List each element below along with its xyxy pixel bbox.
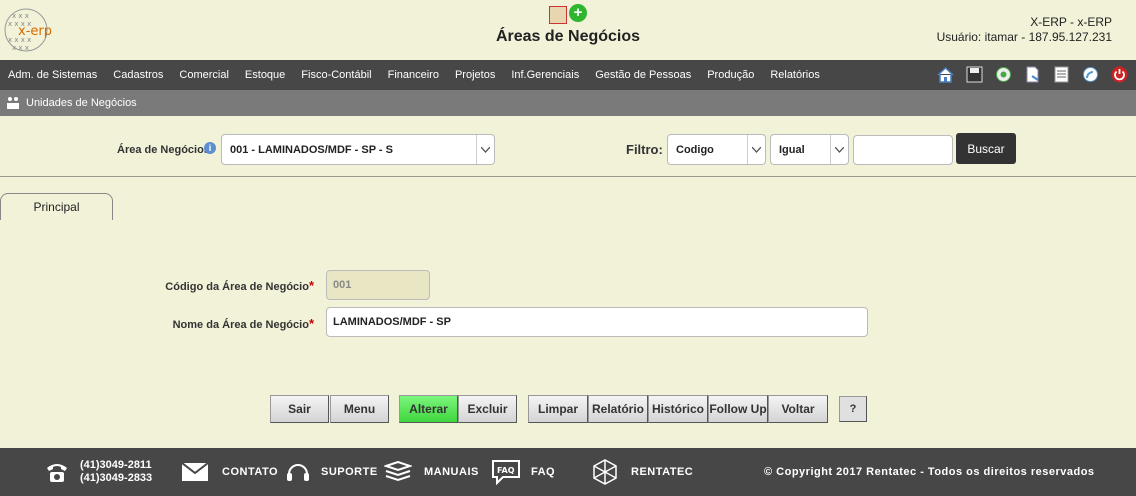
relatorio-button[interactable]: Relatório: [588, 395, 648, 423]
nome-field[interactable]: LAMINADOS/MDF - SP: [326, 307, 868, 337]
user-name: Usuário: itamar - 187.95.127.231: [936, 30, 1112, 44]
save-icon[interactable]: [964, 64, 985, 85]
sair-button[interactable]: Sair: [270, 395, 329, 423]
phone-2: (41)3049-2833: [80, 472, 153, 484]
menu-relatorios[interactable]: Relatórios: [762, 69, 828, 81]
filter-operator-select[interactable]: Igual: [770, 134, 849, 165]
system-name: X-ERP - x-ERP: [1030, 15, 1112, 29]
menu-button[interactable]: Menu: [330, 395, 389, 423]
nome-label: Nome da Área de Negócio*: [172, 316, 314, 331]
power-icon[interactable]: [1109, 64, 1130, 85]
required-mark: *: [308, 278, 314, 293]
action-bar-tools: Limpar Relatório Histórico Follow Up Vol…: [528, 395, 828, 424]
footer-faq[interactable]: FAQ FAQ: [491, 448, 555, 496]
help-button[interactable]: ?: [839, 396, 867, 422]
envelope-icon: [182, 463, 208, 481]
menu-financeiro[interactable]: Financeiro: [380, 69, 447, 81]
footer-manuais[interactable]: MANUAIS: [384, 448, 479, 496]
codigo-field: 001: [326, 270, 430, 300]
action-bar: Sair Menu: [270, 395, 389, 424]
svg-text:x-erp: x-erp: [18, 24, 52, 39]
menu-cadastros[interactable]: Cadastros: [105, 69, 171, 81]
breadcrumb-label: Unidades de Negócios: [26, 97, 137, 109]
faq-icon: FAQ: [492, 460, 520, 485]
people-icon: [7, 97, 19, 109]
chevron-down-icon: [830, 135, 848, 164]
filtro-label: Filtro:: [626, 142, 663, 157]
voltar-button[interactable]: Voltar: [768, 395, 828, 423]
filter-field-select[interactable]: Codigo: [667, 134, 766, 165]
menu-adm-sistemas[interactable]: Adm. de Sistemas: [0, 69, 105, 81]
required-mark: *: [308, 316, 314, 331]
footer-copyright: © Copyright 2017 Rentatec - Todos os dir…: [764, 466, 1095, 478]
footer-rentatec[interactable]: RENTATEC: [591, 448, 693, 496]
followup-button[interactable]: Follow Up: [708, 395, 768, 423]
codigo-label: Código da Área de Negócio*: [165, 278, 314, 293]
tool-icon[interactable]: [993, 64, 1014, 85]
phone-icon: [47, 464, 67, 482]
footer-suporte[interactable]: SUPORTE: [285, 448, 378, 496]
footer-contato[interactable]: CONTATO: [182, 448, 278, 496]
rentatec-logo-icon: [593, 459, 617, 485]
menu-gestao-pessoas[interactable]: Gestão de Pessoas: [587, 69, 699, 81]
user-info: X-ERP - x-ERP Usuário: itamar - 187.95.1…: [937, 15, 1112, 45]
historico-button[interactable]: Histórico: [648, 395, 708, 423]
breadcrumb: Unidades de Negócios: [0, 90, 1136, 116]
document-icon[interactable]: [1022, 64, 1043, 85]
filter-search-input[interactable]: [853, 135, 953, 165]
header: x x xx x x x x x x xx x x x-erp + Áreas …: [0, 0, 1136, 60]
page-title: Áreas de Negócios: [495, 28, 641, 45]
books-icon: [384, 461, 412, 482]
footer-phone: (41)3049-2811 (41)3049-2833: [44, 448, 152, 496]
phone-1: (41)3049-2811: [80, 459, 152, 471]
svg-text:x x x: x x x: [12, 44, 29, 52]
list-icon[interactable]: [1051, 64, 1072, 85]
chevron-down-icon: [476, 135, 494, 164]
footer: (41)3049-2811 (41)3049-2833 CONTATO SUPO…: [0, 448, 1136, 496]
alterar-button[interactable]: Alterar: [399, 395, 458, 423]
tab-principal[interactable]: Principal: [0, 193, 113, 220]
x-erp-logo: x x xx x x x x x x xx x x x-erp: [4, 8, 52, 52]
chevron-down-icon: [747, 135, 765, 164]
home-icon[interactable]: [935, 64, 956, 85]
svg-text:x x x: x x x: [12, 12, 29, 20]
area-label: Área de Negócios: [117, 144, 210, 156]
area-select[interactable]: 001 - LAMINADOS/MDF - SP - S: [221, 134, 495, 165]
search-button[interactable]: Buscar: [956, 133, 1016, 164]
svg-text:FAQ: FAQ: [497, 466, 515, 475]
excluir-button[interactable]: Excluir: [458, 395, 517, 423]
menu-fisco-contabil[interactable]: Fisco-Contábil: [293, 69, 379, 81]
menu-projetos[interactable]: Projetos: [447, 69, 503, 81]
action-bar-edit: Alterar Excluir: [399, 395, 517, 424]
divider: [0, 176, 1136, 177]
menu-inf-gerenciais[interactable]: Inf.Gerenciais: [503, 69, 587, 81]
menu-producao[interactable]: Produção: [699, 69, 762, 81]
main-menu: Adm. de Sistemas Cadastros Comercial Est…: [0, 60, 1136, 90]
menu-estoque[interactable]: Estoque: [237, 69, 293, 81]
headset-icon: [287, 464, 309, 481]
add-icon[interactable]: +: [569, 4, 587, 22]
document-icon[interactable]: [549, 6, 567, 24]
rss-icon[interactable]: [1080, 64, 1101, 85]
menu-comercial[interactable]: Comercial: [171, 69, 237, 81]
info-icon: i: [204, 142, 216, 154]
limpar-button[interactable]: Limpar: [528, 395, 588, 423]
